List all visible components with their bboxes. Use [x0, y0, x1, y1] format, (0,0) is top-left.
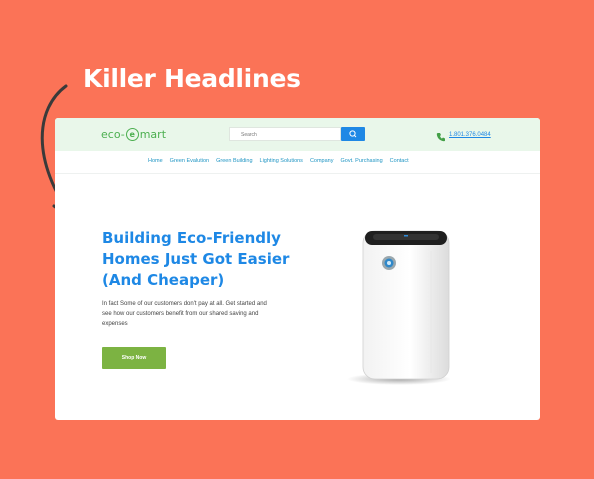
nav-item-company[interactable]: Company: [310, 158, 334, 164]
hero-description: In fact Some of our customers don't pay …: [102, 301, 267, 327]
logo-e-icon: e: [125, 128, 139, 141]
nav-divider: [55, 173, 540, 174]
nav-item-govt-purchasing[interactable]: Govt. Purchasing: [340, 158, 382, 164]
search-icon: [349, 130, 357, 138]
shop-now-button[interactable]: Shop Now: [102, 347, 166, 369]
site-header: eco- e mart Search 1.801.376.0484: [55, 118, 540, 151]
nav-item-home[interactable]: Home: [148, 158, 163, 164]
phone-icon: [436, 133, 445, 142]
hero-headline: Building Eco-Friendly Homes Just Got Eas…: [102, 229, 290, 289]
phone-number-link[interactable]: 1.801.376.0484: [449, 132, 491, 138]
nav-item-contact[interactable]: Contact: [390, 158, 409, 164]
logo-prefix: eco-: [101, 128, 125, 141]
search-button[interactable]: [341, 127, 365, 141]
nav-item-green-evalution[interactable]: Green Evalution: [170, 158, 209, 164]
nav-item-lighting-solutions[interactable]: Lighting Solutions: [260, 158, 303, 164]
search-input[interactable]: Search: [229, 127, 341, 141]
logo-suffix: mart: [139, 128, 167, 141]
air-purifier-image: [347, 230, 451, 385]
main-nav: Home Green Evalution Green Building Ligh…: [148, 158, 409, 164]
website-screenshot: eco- e mart Search 1.801.376.0484 Home G…: [55, 118, 540, 420]
page-heading: Killer Headlines: [83, 64, 301, 93]
nav-item-green-building[interactable]: Green Building: [216, 158, 252, 164]
site-logo[interactable]: eco- e mart: [101, 128, 166, 141]
